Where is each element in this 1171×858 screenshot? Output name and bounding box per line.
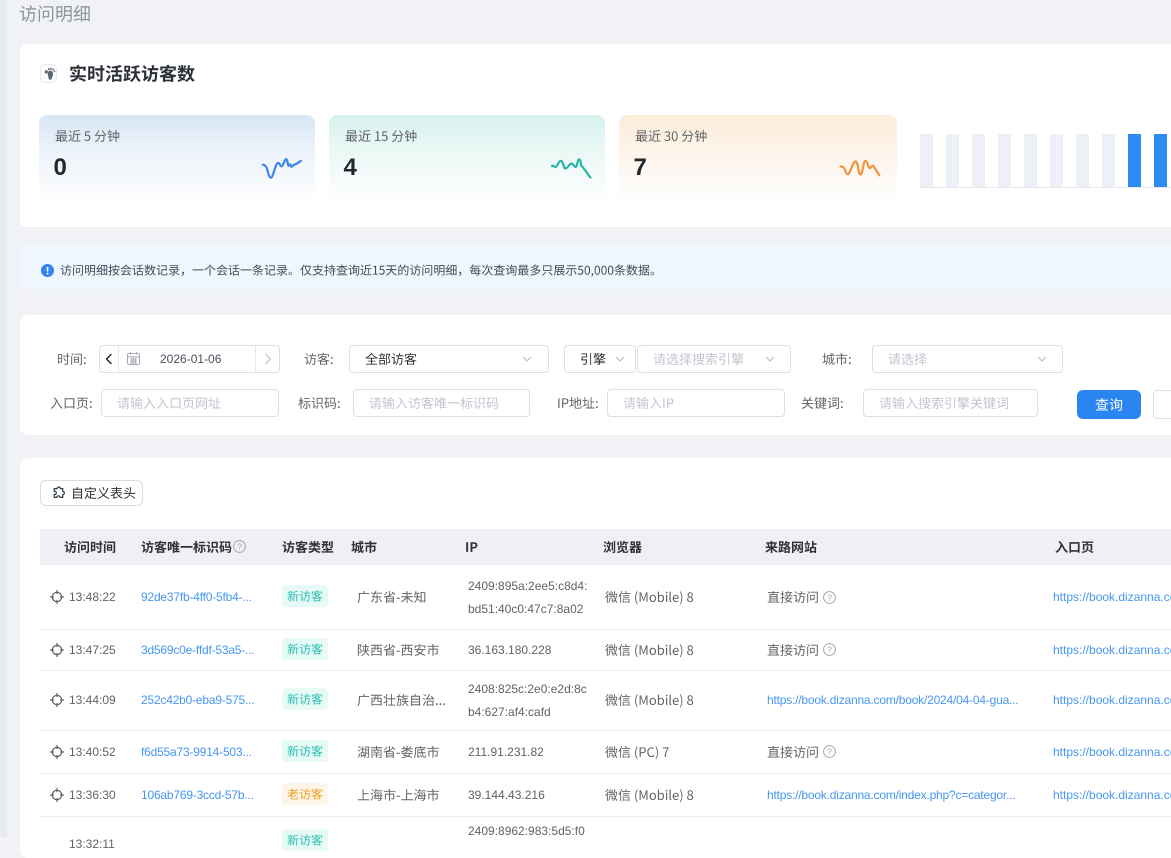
svg-text:?: ? <box>827 746 832 756</box>
svg-text:?: ? <box>237 541 242 551</box>
svg-text:?: ? <box>827 592 832 602</box>
svg-text:?: ? <box>827 644 832 654</box>
